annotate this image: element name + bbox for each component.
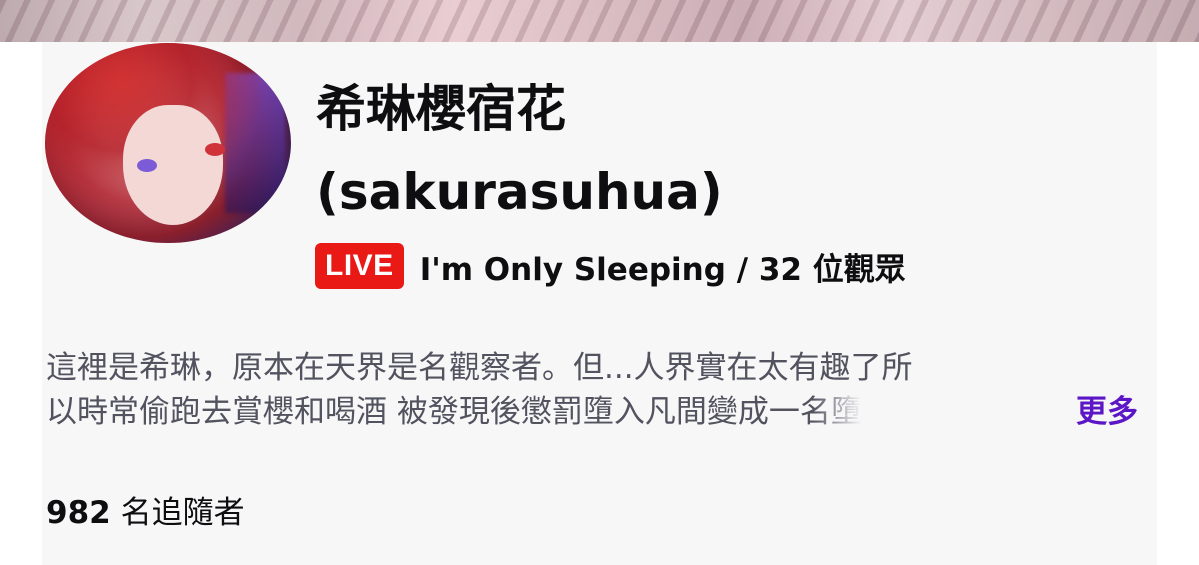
- avatar-eye-right: [205, 143, 225, 156]
- channel-login-name[interactable]: (sakurasuhua): [316, 167, 723, 217]
- page-margin-right: [1157, 42, 1199, 565]
- description-line: 這裡是希琳，原本在天界是名觀察者。但...人界實在太有趣了所: [46, 350, 913, 386]
- description-line: 以時常偷跑去賞櫻和喝酒 被發現後懲罰墮入凡間變成一名墮 更多: [46, 390, 1146, 434]
- live-badge: LIVE: [315, 243, 404, 289]
- follower-count-label: 名追隨者: [110, 495, 245, 531]
- stream-info: I'm Only Sleeping / 32 位觀眾: [420, 244, 906, 289]
- live-status-row[interactable]: LIVE I'm Only Sleeping / 32 位觀眾: [315, 243, 906, 289]
- channel-about-page: 希琳櫻宿花 (sakurasuhua) LIVE I'm Only Sleepi…: [0, 0, 1199, 565]
- viewer-count: 32 位觀眾: [758, 251, 906, 288]
- channel-description: 這裡是希琳，原本在天界是名觀察者。但...人界實在太有趣了所 以時常偷跑去賞櫻和…: [46, 346, 1146, 434]
- description-line-text: 以時常偷跑去賞櫻和喝酒 被發現後懲罰墮入凡間變成一名墮: [46, 394, 862, 430]
- follower-count-number: 982: [46, 495, 111, 531]
- page-margin-left: [0, 42, 42, 565]
- show-more-link[interactable]: 更多: [1076, 390, 1138, 434]
- channel-display-name[interactable]: 希琳櫻宿花: [316, 84, 566, 134]
- channel-avatar[interactable]: [45, 43, 291, 243]
- avatar-eye-left: [137, 159, 157, 172]
- stream-info-separator: /: [725, 251, 759, 288]
- stream-title: I'm Only Sleeping: [419, 251, 726, 288]
- follower-count: 982 名追隨者: [46, 487, 245, 532]
- channel-banner: [0, 0, 1199, 42]
